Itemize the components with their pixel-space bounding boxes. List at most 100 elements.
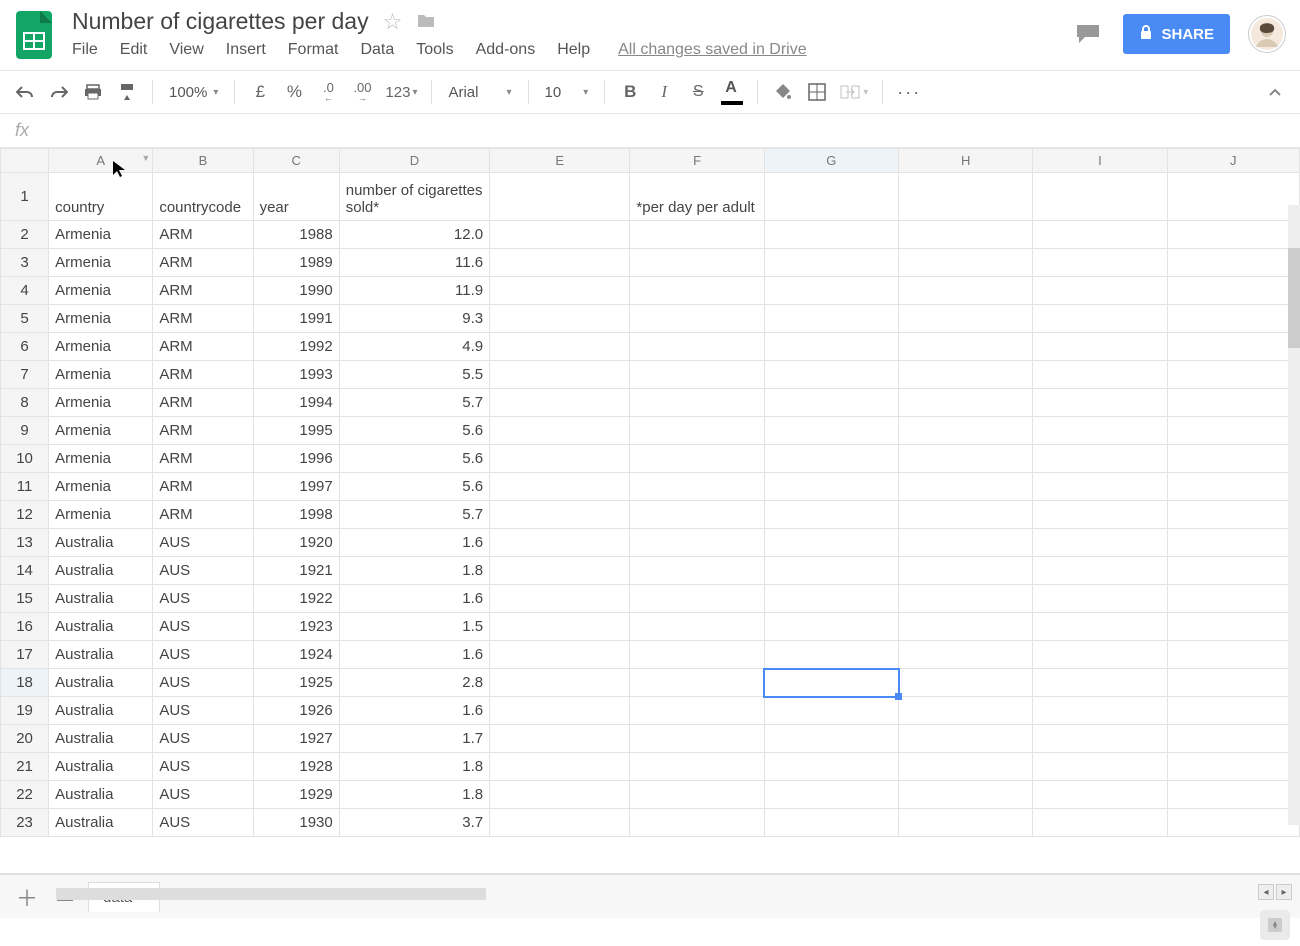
cell-H12[interactable] (899, 501, 1033, 529)
cell-G9[interactable] (764, 417, 898, 445)
cell-I2[interactable] (1033, 221, 1167, 249)
row-header-14[interactable]: 14 (1, 557, 49, 585)
cell-F8[interactable] (630, 389, 764, 417)
row-header-6[interactable]: 6 (1, 333, 49, 361)
row-header-11[interactable]: 11 (1, 473, 49, 501)
cell-E20[interactable] (490, 725, 630, 753)
horizontal-scrollbar[interactable] (56, 888, 486, 900)
cell-A9[interactable]: Armenia (49, 417, 153, 445)
cell-B19[interactable]: AUS (153, 697, 253, 725)
cell-H4[interactable] (899, 277, 1033, 305)
cell-C20[interactable]: 1927 (253, 725, 339, 753)
account-avatar[interactable] (1248, 15, 1286, 53)
cell-J7[interactable] (1167, 361, 1299, 389)
cell-B18[interactable]: AUS (153, 669, 253, 697)
row-header-12[interactable]: 12 (1, 501, 49, 529)
cell-H5[interactable] (899, 305, 1033, 333)
cell-B2[interactable]: ARM (153, 221, 253, 249)
cell-B5[interactable]: ARM (153, 305, 253, 333)
cell-G1[interactable] (764, 173, 898, 221)
cell-J17[interactable] (1167, 641, 1299, 669)
cell-D9[interactable]: 5.6 (339, 417, 489, 445)
cell-I20[interactable] (1033, 725, 1167, 753)
cell-E11[interactable] (490, 473, 630, 501)
cell-D7[interactable]: 5.5 (339, 361, 489, 389)
cell-J16[interactable] (1167, 613, 1299, 641)
cell-J15[interactable] (1167, 585, 1299, 613)
cell-H21[interactable] (899, 753, 1033, 781)
cell-C13[interactable]: 1920 (253, 529, 339, 557)
cell-I19[interactable] (1033, 697, 1167, 725)
cell-F19[interactable] (630, 697, 764, 725)
cell-D11[interactable]: 5.6 (339, 473, 489, 501)
cell-B9[interactable]: ARM (153, 417, 253, 445)
number-format-button[interactable]: 123▾ (381, 77, 421, 107)
cell-F2[interactable] (630, 221, 764, 249)
menu-help[interactable]: Help (557, 41, 590, 59)
cell-I16[interactable] (1033, 613, 1167, 641)
cell-F14[interactable] (630, 557, 764, 585)
cell-I9[interactable] (1033, 417, 1167, 445)
cell-F6[interactable] (630, 333, 764, 361)
cell-I14[interactable] (1033, 557, 1167, 585)
cell-E14[interactable] (490, 557, 630, 585)
cell-H20[interactable] (899, 725, 1033, 753)
cell-E7[interactable] (490, 361, 630, 389)
cell-G13[interactable] (764, 529, 898, 557)
cell-J22[interactable] (1167, 781, 1299, 809)
cell-D20[interactable]: 1.7 (339, 725, 489, 753)
cell-I17[interactable] (1033, 641, 1167, 669)
cell-I1[interactable] (1033, 173, 1167, 221)
cell-G17[interactable] (764, 641, 898, 669)
cell-B17[interactable]: AUS (153, 641, 253, 669)
cell-G5[interactable] (764, 305, 898, 333)
menu-format[interactable]: Format (288, 41, 339, 59)
cell-D19[interactable]: 1.6 (339, 697, 489, 725)
cell-E16[interactable] (490, 613, 630, 641)
row-header-2[interactable]: 2 (1, 221, 49, 249)
cell-G22[interactable] (764, 781, 898, 809)
cell-H10[interactable] (899, 445, 1033, 473)
cell-I12[interactable] (1033, 501, 1167, 529)
cell-F11[interactable] (630, 473, 764, 501)
cell-G19[interactable] (764, 697, 898, 725)
cell-A3[interactable]: Armenia (49, 249, 153, 277)
cell-B21[interactable]: AUS (153, 753, 253, 781)
column-header-D[interactable]: D (339, 149, 489, 173)
zoom-select[interactable]: 100% ▾ (163, 84, 224, 101)
cell-H3[interactable] (899, 249, 1033, 277)
cell-J6[interactable] (1167, 333, 1299, 361)
cell-C22[interactable]: 1929 (253, 781, 339, 809)
row-header-1[interactable]: 1 (1, 173, 49, 221)
cell-J14[interactable] (1167, 557, 1299, 585)
cell-A4[interactable]: Armenia (49, 277, 153, 305)
cell-E23[interactable] (490, 809, 630, 837)
sheets-logo-icon[interactable] (14, 8, 54, 62)
star-icon[interactable]: ☆ (383, 9, 403, 35)
cell-D22[interactable]: 1.8 (339, 781, 489, 809)
cell-B16[interactable]: AUS (153, 613, 253, 641)
undo-button[interactable] (10, 77, 40, 107)
cell-C7[interactable]: 1993 (253, 361, 339, 389)
cell-J4[interactable] (1167, 277, 1299, 305)
cell-D10[interactable]: 5.6 (339, 445, 489, 473)
cell-J19[interactable] (1167, 697, 1299, 725)
cell-F7[interactable] (630, 361, 764, 389)
scroll-right-button[interactable]: ▸ (1276, 884, 1292, 900)
cell-B23[interactable]: AUS (153, 809, 253, 837)
cell-C16[interactable]: 1923 (253, 613, 339, 641)
cell-H23[interactable] (899, 809, 1033, 837)
row-header-17[interactable]: 17 (1, 641, 49, 669)
cell-D6[interactable]: 4.9 (339, 333, 489, 361)
cell-F1[interactable]: *per day per adult (630, 173, 764, 221)
cell-A11[interactable]: Armenia (49, 473, 153, 501)
cell-E5[interactable] (490, 305, 630, 333)
column-header-I[interactable]: I (1033, 149, 1167, 173)
cell-A5[interactable]: Armenia (49, 305, 153, 333)
font-select[interactable]: Arial ▾ (442, 84, 517, 101)
cell-A14[interactable]: Australia (49, 557, 153, 585)
cell-H16[interactable] (899, 613, 1033, 641)
cell-E3[interactable] (490, 249, 630, 277)
cell-F9[interactable] (630, 417, 764, 445)
cell-F20[interactable] (630, 725, 764, 753)
